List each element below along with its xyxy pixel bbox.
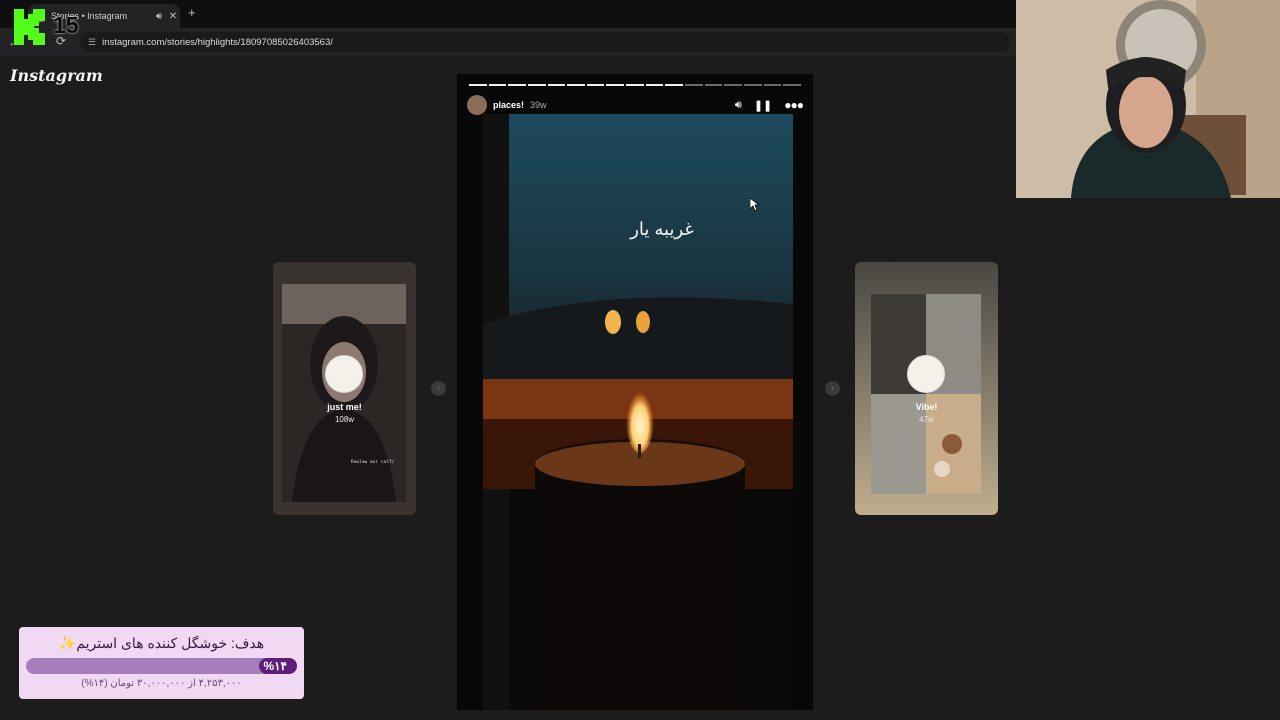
story-progress-segment [567,84,585,86]
more-options-icon[interactable]: ●●● [784,98,804,112]
previous-highlight-avatar [325,355,363,393]
pause-icon[interactable]: ❚❚ [754,99,772,112]
story-header: places! 39w 🔊︎ ❚❚ ●●● [467,94,804,116]
story-progress-segment [469,84,487,86]
story-overlay-text: غریبه یار [630,219,694,239]
goal-title: هدف: خوشگل کننده های استریم✨ [58,635,265,651]
story-progress-segment [743,84,762,86]
previous-story-arrow-icon[interactable]: ‹ [431,381,446,396]
next-story-arrow-icon[interactable]: › [825,381,840,396]
story-progress-segment [665,84,684,86]
site-info-icon[interactable]: ☰ [88,37,96,48]
browser-tab[interactable]: Stories • Instagram 🔊︎ ✕ [28,4,180,28]
volume-icon[interactable]: 🔊︎ [735,99,742,112]
previous-highlight-thumbnail [282,284,406,502]
next-highlight-title: Vibe! [915,402,938,412]
next-highlight-avatar [907,355,945,393]
webcam-feed [1016,0,1280,198]
close-tab-icon[interactable]: ✕ [166,11,180,22]
story-author-avatar[interactable] [467,95,487,115]
story-progress-segment [685,84,703,86]
instagram-logo[interactable]: Instagram [10,66,103,85]
story-progress-segment [763,84,782,86]
mouse-cursor-icon [750,198,760,212]
story-controls: 🔊︎ ❚❚ ●●● [735,98,804,112]
story-progress-segment [527,84,546,86]
url-text[interactable]: instagram.com/stories/highlights/1809708… [102,37,333,48]
story-media [483,114,793,710]
goal-amount: ۴,۲۵۳,۰۰۰ از ۳۰,۰۰۰,۰۰۰ تومان (۱۴%) [81,678,242,689]
story-progress-segment [704,84,723,86]
speaker-icon[interactable]: 🔊︎ [152,11,166,22]
goal-percent: %۱۴ [263,659,287,673]
next-highlight-thumbnail [871,294,981,494]
story-author-name[interactable]: places! [493,100,524,110]
story-progress-segment [626,84,644,86]
previous-highlight-title: just me! [327,402,362,412]
story-progress-segment [488,84,507,86]
browser-toolbar: ← ⟳ ☰ instagram.com/stories/highlights/1… [0,28,1016,56]
story-progress-segment [783,84,801,86]
next-highlight-card[interactable]: Vibe! 47w [855,262,998,515]
kick-logo-icon [14,9,45,45]
address-bar[interactable]: ☰ instagram.com/stories/highlights/18097… [80,32,1010,52]
story-progress-segment [645,84,664,86]
story-viewer[interactable]: places! 39w 🔊︎ ❚❚ ●●● غریبه یار [457,74,813,710]
story-progress-segment [547,84,566,86]
new-tab-icon[interactable]: + [188,5,196,20]
story-progress-segment [586,84,605,86]
story-progress-segment [508,84,526,86]
story-age: 39w [530,100,547,110]
browser-tab-bar: Stories • Instagram 🔊︎ ✕ + [0,0,1016,28]
donation-goal-widget: هدف: خوشگل کننده های استریم✨ %۱۴ ۴,۲۵۳,۰… [19,627,304,699]
viewer-counter: 15 [53,12,79,38]
goal-progress-bar: %۱۴ [26,658,297,674]
previous-highlight-card[interactable]: just me! 108w Rowlaw aur calf/ [273,262,416,515]
story-progress-bar [469,84,801,86]
story-progress-segment [606,84,625,86]
next-highlight-age: 47w [919,415,934,424]
previous-highlight-caption: Rowlaw aur calf/ [351,460,395,465]
story-progress-segment [724,84,742,86]
previous-highlight-age: 108w [334,415,355,424]
